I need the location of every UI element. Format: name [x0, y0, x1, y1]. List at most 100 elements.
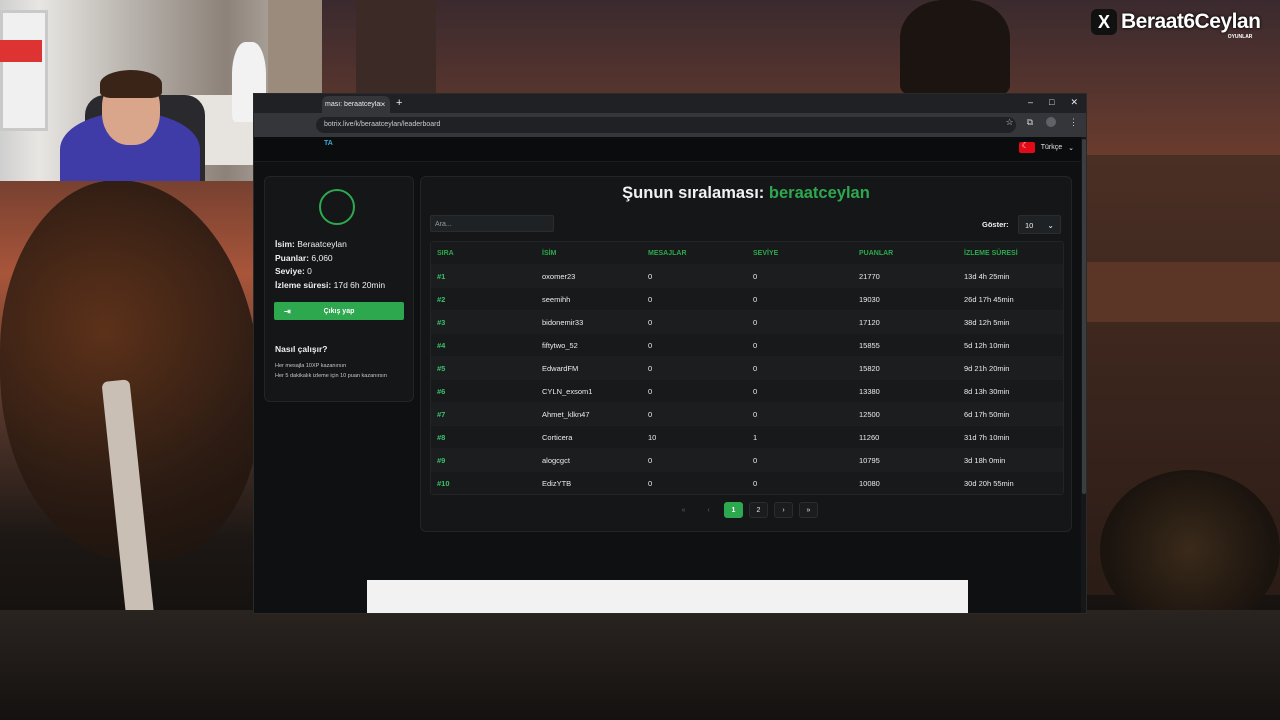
name-label: İsim:: [275, 239, 295, 249]
name-value: Beraatceylan: [297, 239, 347, 249]
name-cell: bidonemir33: [542, 317, 584, 327]
new-tab-button[interactable]: +: [396, 97, 402, 109]
rank-cell: #9: [437, 455, 446, 465]
messages-cell: 0: [648, 340, 653, 350]
name-cell: Ahmet_klkn47: [542, 409, 590, 419]
points-cell: 17120: [859, 317, 880, 327]
watch-time-cell: 38d 12h 5min: [964, 317, 1010, 327]
watch-time-cell: 30d 20h 55min: [964, 478, 1014, 488]
name-cell: EdwardFM: [542, 363, 579, 373]
logout-icon: ⇥: [284, 306, 291, 316]
messages-cell: 0: [648, 455, 653, 465]
prev-page-icon[interactable]: ‹: [699, 502, 718, 518]
x-logo-icon: X: [1091, 9, 1117, 35]
site-topnav: TA Türkçe ⌄: [254, 137, 1086, 162]
level-cell: 0: [753, 294, 758, 304]
close-window-icon[interactable]: ✕: [1070, 97, 1078, 108]
nav-link-fragment[interactable]: TA: [324, 140, 333, 147]
menu-kebab-icon[interactable]: ⋮: [1069, 117, 1078, 128]
browser-window: ması: beraatceylan × + – □ ✕ botrix.live…: [253, 93, 1087, 614]
messages-cell: 0: [648, 294, 653, 304]
language-label: Türkçe: [1040, 144, 1063, 151]
messages-cell: 0: [648, 478, 653, 488]
webcam-streamer-hair: [100, 70, 162, 98]
background-ground: [0, 610, 1280, 720]
leaderboard-card: Şunun sıralaması: beraatceylan Ara... Gö…: [420, 176, 1072, 532]
points-cell: 15855: [859, 340, 880, 350]
title-channel: beraatceylan: [768, 184, 870, 202]
how-line: Her mesajla 10XP kazanırsın: [275, 363, 347, 369]
level-label: Seviye:: [275, 266, 305, 276]
maximize-icon[interactable]: □: [1049, 97, 1054, 108]
logout-label: Çıkış yap: [323, 307, 355, 315]
column-header[interactable]: MESAJLAR: [648, 250, 687, 257]
leaderboard-table: SIRA İSİM MESAJLAR SEVİYE PUANLAR İZLEME…: [430, 241, 1064, 495]
background-bush: [1100, 470, 1280, 630]
watermark-handle: Beraat6Ceylan: [1121, 10, 1261, 33]
name-cell: CYLN_exsom1: [542, 386, 593, 396]
address-bar: botrix.live/k/beraatceylan/leaderboard ☆…: [254, 113, 1086, 137]
last-page-icon[interactable]: »: [799, 502, 818, 518]
page-2-button[interactable]: 2: [749, 502, 768, 518]
column-header[interactable]: İZLEME SÜRESİ: [964, 250, 1018, 257]
how-it-works-title: Nasıl çalışır?: [275, 344, 328, 354]
level-cell: 0: [753, 271, 758, 281]
minimize-icon[interactable]: –: [1028, 97, 1033, 108]
table-row: #1 oxomer23 0 0 21770 13d 4h 25min: [431, 264, 1063, 287]
search-input[interactable]: Ara...: [430, 215, 554, 232]
stream-watermark: X Beraat6Ceylan OYUNLAR: [1091, 8, 1261, 40]
level-cell: 0: [753, 478, 758, 488]
watch-time-cell: 13d 4h 25min: [964, 271, 1010, 281]
table-row: #5 EdwardFM 0 0 15820 9d 21h 20min: [431, 356, 1063, 379]
points-cell: 12500: [859, 409, 880, 419]
profile-icon[interactable]: [1046, 117, 1056, 127]
next-page-icon[interactable]: ›: [774, 502, 793, 518]
column-header[interactable]: SEVİYE: [753, 250, 778, 257]
page-1-button[interactable]: 1: [724, 502, 743, 518]
column-header[interactable]: PUANLAR: [859, 250, 893, 257]
rank-cell: #8: [437, 432, 446, 442]
title-prefix: Şunun sıralaması:: [622, 184, 765, 202]
name-cell: oxomer23: [542, 271, 576, 281]
pagination: « ‹ 1 2 › »: [674, 502, 818, 518]
avatar: [319, 189, 355, 225]
toolbar-icons: ☆ ⧉ ⋮: [1005, 117, 1078, 128]
level-cell: 0: [753, 363, 758, 373]
logout-button[interactable]: ⇥ Çıkış yap: [274, 302, 404, 320]
rank-cell: #4: [437, 340, 446, 350]
background-roof: [1085, 262, 1280, 322]
column-header[interactable]: İSİM: [542, 250, 556, 257]
messages-cell: 0: [648, 386, 653, 396]
url-field[interactable]: botrix.live/k/beraatceylan/leaderboard: [316, 117, 1016, 133]
bookmark-star-icon[interactable]: ☆: [1005, 117, 1013, 128]
table-row: #9 alogcgct 0 0 10795 3d 18h 0min: [431, 448, 1063, 471]
rank-cell: #1: [437, 271, 446, 281]
name-cell: fiftytwo_52: [542, 340, 578, 350]
column-header[interactable]: SIRA: [437, 250, 454, 257]
name-cell: EdizYTB: [542, 478, 572, 488]
level-cell: 0: [753, 455, 758, 465]
extensions-icon[interactable]: ⧉: [1027, 117, 1033, 128]
scrollbar-thumb[interactable]: [1082, 139, 1086, 494]
points-cell: 19030: [859, 294, 880, 304]
table-row: #4 fiftytwo_52 0 0 15855 5d 12h 10min: [431, 333, 1063, 356]
name-cell: alogcgct: [542, 455, 570, 465]
webcam-window: [0, 10, 48, 131]
watch-time-cell: 5d 12h 10min: [964, 340, 1010, 350]
watch-time-label: İzleme süresi:: [275, 279, 332, 290]
watch-time-cell: 6d 17h 50min: [964, 409, 1010, 419]
first-page-icon[interactable]: «: [674, 502, 693, 518]
chevron-down-icon: ⌄: [1047, 221, 1054, 230]
rank-cell: #2: [437, 294, 446, 304]
page-size-select[interactable]: 10 ⌄: [1018, 215, 1061, 234]
points-label: Puanlar:: [275, 252, 310, 263]
watch-time-cell: 8d 13h 30min: [964, 386, 1010, 396]
level-cell: 0: [753, 317, 758, 327]
points-cell: 10795: [859, 455, 880, 465]
page-scrollbar[interactable]: [1081, 137, 1086, 613]
browser-tab[interactable]: ması: beraatceylan ×: [322, 96, 390, 113]
table-row: #10 EdizYTB 0 0 10080 30d 20h 55min: [431, 471, 1063, 494]
tab-close-icon[interactable]: ×: [381, 100, 385, 109]
points-cell: 11260: [859, 432, 880, 442]
language-selector[interactable]: Türkçe ⌄: [1018, 141, 1074, 153]
